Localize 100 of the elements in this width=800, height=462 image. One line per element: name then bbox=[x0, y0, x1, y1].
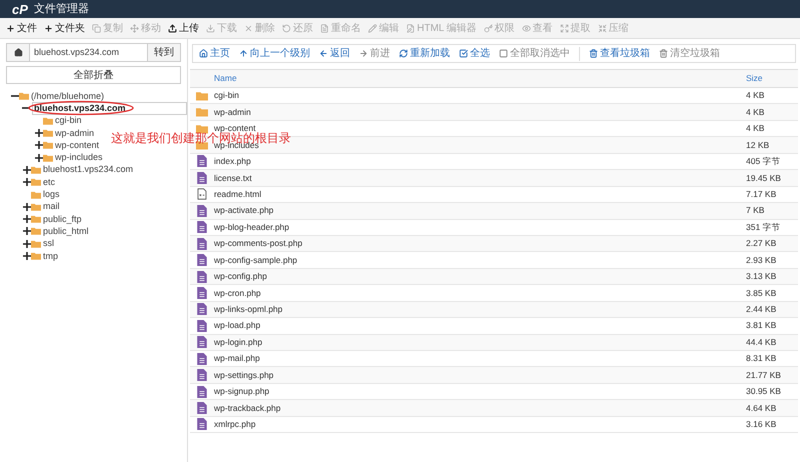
tree-item[interactable]: cgi-bin bbox=[55, 115, 82, 126]
tree-item[interactable]: wp-admin bbox=[55, 128, 94, 139]
file-name: readme.html bbox=[214, 188, 262, 201]
document-icon bbox=[197, 320, 207, 332]
file-size: 2.27 KB bbox=[746, 237, 778, 250]
file-name: wp-cron.php bbox=[214, 286, 262, 300]
column-header[interactable]: Size bbox=[746, 72, 798, 85]
file-row[interactable]: wp-trackback.php 4.64 KB bbox=[190, 400, 798, 417]
expand-icon[interactable] bbox=[34, 154, 42, 162]
undo-icon bbox=[282, 24, 291, 32]
nav-button[interactable]: 主页 bbox=[199, 46, 230, 61]
file-row[interactable]: wp-comments-post.php 2.27 KB bbox=[190, 236, 798, 252]
file-row[interactable]: wp-activate.php 7 KB bbox=[190, 203, 798, 220]
file-row[interactable]: wp-settings.php 21.77 KB bbox=[190, 367, 798, 384]
file-size: 7.17 KB bbox=[746, 188, 778, 201]
logo: cP bbox=[12, 2, 28, 16]
file-size: 3.13 KB bbox=[746, 270, 778, 283]
file-size: 3.16 KB bbox=[746, 418, 778, 431]
file-row[interactable]: wp-config.php 3.13 KB bbox=[190, 268, 798, 286]
tree-item[interactable]: etc bbox=[43, 176, 56, 188]
home-icon bbox=[199, 49, 208, 58]
tree-item[interactable]: public_ftp bbox=[43, 214, 82, 225]
file-name: cgi-bin bbox=[214, 89, 240, 102]
toolbar-button[interactable]: 文件夹 bbox=[44, 20, 85, 36]
toolbar-button[interactable]: 上传 bbox=[168, 20, 199, 36]
document-icon bbox=[197, 402, 207, 414]
file-name: license.txt bbox=[214, 172, 253, 184]
file-row[interactable]: wp-load.php 3.81 KB bbox=[190, 318, 798, 335]
go-button[interactable]: 转到 bbox=[147, 43, 181, 62]
expand-icon[interactable] bbox=[22, 215, 30, 224]
document-pencil-icon bbox=[406, 24, 415, 32]
file-name: wp-links-opml.php bbox=[214, 303, 284, 316]
file-name: index.php bbox=[214, 155, 252, 168]
file-size: 3.85 KB bbox=[746, 286, 778, 300]
tree-item[interactable]: public_html bbox=[43, 226, 89, 237]
file-name: wp-login.php bbox=[214, 336, 264, 349]
tree-item[interactable]: bluehost.vps234.com bbox=[32, 102, 187, 115]
tree-item[interactable]: wp-content bbox=[55, 140, 100, 151]
nav-button[interactable]: 向上一个级别 bbox=[239, 46, 310, 61]
download-icon bbox=[206, 24, 215, 32]
expand-icon[interactable] bbox=[34, 129, 42, 138]
eye-icon bbox=[522, 24, 531, 32]
tree-item[interactable]: ssl bbox=[43, 238, 54, 250]
file-row[interactable]: readme.html 7.17 KB bbox=[190, 186, 798, 204]
file-name: wp-settings.php bbox=[214, 368, 275, 382]
expand-icon[interactable] bbox=[22, 166, 30, 174]
document-icon bbox=[197, 254, 207, 266]
home-icon bbox=[14, 48, 22, 57]
file-name: wp-trackback.php bbox=[214, 402, 282, 414]
nav-button[interactable]: 返回 bbox=[319, 46, 350, 61]
file-row[interactable]: license.txt 19.45 KB bbox=[190, 170, 798, 187]
file-size: 30.95 KB bbox=[746, 385, 782, 398]
tree-item[interactable]: tmp bbox=[43, 250, 58, 262]
document-icon bbox=[197, 270, 207, 283]
tree-item[interactable]: mail bbox=[43, 201, 60, 212]
toolbar-button[interactable]: 文件 bbox=[6, 20, 37, 36]
expand-icon[interactable] bbox=[22, 202, 30, 211]
document-icon bbox=[320, 24, 329, 32]
file-row[interactable]: wp-admin 4 KB bbox=[190, 104, 798, 121]
file-row[interactable]: wp-config-sample.php 2.93 KB bbox=[190, 252, 798, 269]
trash-icon bbox=[659, 49, 668, 58]
file-row[interactable]: wp-login.php 44.4 KB bbox=[190, 334, 798, 351]
expand-icon[interactable] bbox=[22, 240, 30, 248]
document-icon bbox=[197, 238, 207, 250]
file-size: 2.44 KB bbox=[746, 303, 778, 316]
column-header[interactable]: Name bbox=[214, 72, 746, 85]
file-row[interactable]: xmlrpc.php 3.16 KB bbox=[190, 416, 798, 434]
nav-button[interactable]: 全选 bbox=[459, 46, 490, 61]
expand-icon[interactable] bbox=[22, 227, 30, 236]
expand-icon[interactable] bbox=[22, 252, 30, 260]
document-icon bbox=[197, 286, 207, 299]
upload-icon bbox=[168, 24, 177, 32]
file-row[interactable]: index.php 405 字节 bbox=[190, 154, 798, 170]
file-size: 351 字节 bbox=[746, 220, 782, 234]
nav-button[interactable]: 查看垃圾箱 bbox=[589, 46, 650, 61]
file-size: 405 字节 bbox=[746, 155, 782, 168]
document-icon bbox=[197, 336, 207, 348]
collapse-all-button[interactable]: 全部折叠 bbox=[6, 66, 181, 84]
expand-icon[interactable] bbox=[34, 141, 42, 150]
file-row[interactable]: wp-blog-header.php 351 字节 bbox=[190, 220, 798, 236]
tree-item[interactable]: (/home/bluehome) bbox=[31, 90, 104, 102]
file-row[interactable]: wp-signup.php 30.95 KB bbox=[190, 384, 798, 400]
file-row[interactable]: wp-links-opml.php 2.44 KB bbox=[190, 302, 798, 318]
tree-item[interactable]: logs bbox=[43, 189, 60, 200]
home-button[interactable] bbox=[6, 43, 30, 62]
document-icon bbox=[197, 172, 207, 184]
file-row[interactable]: wp-mail.php 8.31 KB bbox=[190, 351, 798, 368]
file-size: 4.64 KB bbox=[746, 402, 778, 414]
tree-item[interactable]: wp-includes bbox=[55, 152, 103, 164]
file-name: wp-signup.php bbox=[214, 385, 270, 398]
folder-icon bbox=[19, 92, 29, 100]
file-size: 4 KB bbox=[746, 122, 766, 135]
expand-icon[interactable] bbox=[22, 178, 30, 186]
path-field[interactable]: bluehost.vps234.com bbox=[30, 43, 147, 62]
tree-item[interactable]: bluehost1.vps234.com bbox=[43, 164, 134, 176]
file-row[interactable]: wp-cron.php 3.85 KB bbox=[190, 285, 798, 302]
nav-button[interactable]: 重新加载 bbox=[399, 46, 450, 61]
arrow-left-icon bbox=[319, 49, 328, 58]
shrink-icon bbox=[598, 24, 607, 32]
folder-icon bbox=[196, 90, 208, 101]
